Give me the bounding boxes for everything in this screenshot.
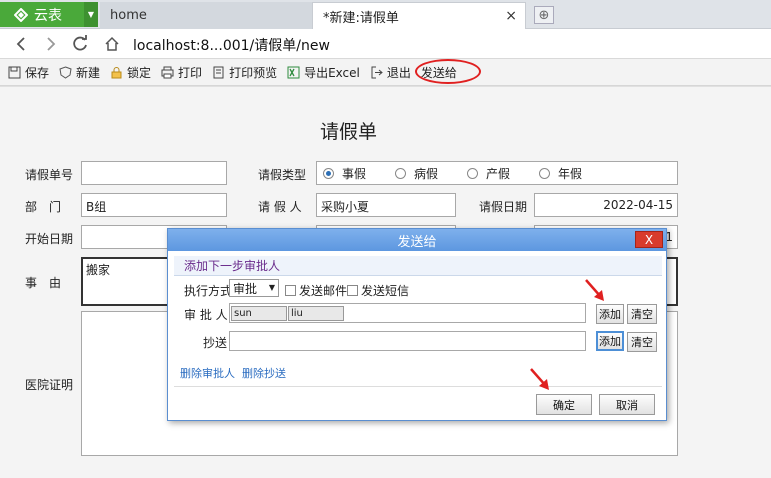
dialog-subheader: 添加下一步审批人 [174,256,662,276]
tab-home-label: home [110,8,147,23]
radio-label: 产假 [486,166,511,181]
print-label: 打印 [178,65,203,80]
lock-icon [111,66,122,78]
annotation-arrow-icon [530,368,549,390]
new-button[interactable]: 新建 [59,64,100,81]
export-excel-button[interactable]: 导出Excel [287,64,360,81]
send-email-label: 发送邮件 [299,284,348,298]
hospital-proof-label: 医院证明 [25,378,74,392]
add-cc-button[interactable]: 添加 [596,331,624,351]
leave-date-label: 请假日期 [479,200,528,214]
save-label: 保存 [25,65,50,80]
browser-tab-bar: 云表 ▼ home *新建:请假单 × ⊕ [0,0,771,29]
radio-maternity-leave[interactable]: 产假 [467,165,510,182]
confirm-button[interactable]: 确定 [536,394,592,415]
exec-mode-value: 审批 [233,281,258,296]
radio-personal-leave[interactable]: 事假 [323,165,366,182]
tab-new-leave-form[interactable]: *新建:请假单 × [312,2,526,29]
radio-unselected-icon [539,167,551,179]
start-date-label: 开始日期 [25,232,74,246]
save-button[interactable]: 保存 [8,64,49,81]
back-arrow-icon[interactable] [14,36,28,52]
print-preview-button[interactable]: 打印预览 [212,64,277,81]
radio-unselected-icon [395,167,407,179]
delete-approver-link[interactable]: 删除审批人 [180,365,235,381]
exit-button[interactable]: 退出 [370,64,411,81]
lock-label: 锁定 [127,65,152,80]
department-label: 部 门 [25,200,62,214]
clear-cc-button[interactable]: 清空 [627,332,657,352]
leave-date-input[interactable]: 2022-04-15 [534,193,678,217]
annotation-circle [414,58,481,84]
annotation-arrow-icon [585,279,604,301]
brand-menu[interactable]: 云表 ▼ [0,2,98,27]
forward-arrow-icon[interactable] [44,36,58,52]
lock-button[interactable]: 锁定 [110,64,151,81]
approver-field[interactable]: sun liu [229,303,586,323]
send-email-checkbox[interactable]: 发送邮件 [285,282,347,299]
home-icon[interactable] [104,36,120,52]
send-to-button[interactable]: 发送给 [414,58,481,84]
exit-label: 退出 [386,65,411,80]
close-tab-icon[interactable]: × [505,8,517,24]
clear-approver-button[interactable]: 清空 [627,304,657,324]
dialog-footer-divider [174,386,662,387]
radio-label: 病假 [414,166,439,181]
print-preview-label: 打印预览 [229,65,278,80]
leave-no-input[interactable] [81,161,227,185]
send-sms-checkbox[interactable]: 发送短信 [347,282,409,299]
approver-chip[interactable]: sun [231,306,287,321]
radio-selected-icon [323,167,334,179]
send-sms-label: 发送短信 [361,284,410,298]
leave-type-radio-group: 事假 病假 产假 年假 [316,161,678,185]
checkbox-icon [285,285,296,296]
radio-unselected-icon [467,167,479,179]
cloud-logo-icon [14,7,28,22]
cc-field[interactable] [229,331,586,351]
save-icon [8,66,21,78]
radio-annual-leave[interactable]: 年假 [539,165,582,182]
dialog-header: 发送给 X [168,229,666,251]
exec-mode-label: 执行方式 [184,284,233,298]
print-button[interactable]: 打印 [161,64,202,81]
brand-name: 云表 [34,7,62,24]
printer-icon [161,66,174,78]
radio-label: 事假 [342,166,367,181]
brand-dropdown-icon[interactable]: ▼ [84,2,98,27]
approver-label: 审 批 人 [184,308,228,322]
applicant-input[interactable]: 采购小夏 [316,193,456,217]
refresh-icon[interactable] [71,35,89,53]
approver-chip[interactable]: liu [288,306,344,321]
radio-label: 年假 [558,166,583,181]
new-label: 新建 [76,65,101,80]
dialog-close-button[interactable]: X [635,231,663,248]
applicant-label: 请 假 人 [258,200,302,214]
tab-new-label: *新建:请假单 [323,10,399,26]
dropdown-arrow-icon: ▼ [268,283,275,292]
new-tab-icon[interactable]: ⊕ [534,6,554,24]
delete-cc-link[interactable]: 删除抄送 [242,365,286,381]
add-approver-button[interactable]: 添加 [596,304,624,324]
new-shield-icon [59,65,72,79]
exit-icon [371,66,383,78]
export-excel-label: 导出Excel [304,65,360,80]
form-toolbar: 保存 新建 锁定 打印 打印预览 导出Excel 退出 发送给 [0,58,771,86]
radio-sick-leave[interactable]: 病假 [395,165,438,182]
leave-no-label: 请假单号 [25,168,74,182]
cancel-button[interactable]: 取消 [599,394,655,415]
reason-label: 事 由 [25,276,62,290]
checkbox-icon [347,285,358,296]
leave-type-label: 请假类型 [258,168,307,182]
print-preview-icon [213,66,224,78]
url-text[interactable]: localhost:8...001/请假单/new [133,35,330,55]
excel-icon [287,66,300,78]
tab-home[interactable]: home [100,2,312,29]
dialog-title: 发送给 [397,234,437,250]
exec-mode-select[interactable]: 审批 ▼ [229,279,279,297]
cc-label: 抄送 [203,336,228,350]
address-bar: localhost:8...001/请假单/new [0,29,771,59]
form-title: 请假单 [320,121,378,143]
department-input[interactable]: B组 [81,193,227,217]
send-to-dialog: 发送给 X 添加下一步审批人 执行方式 审批 ▼ 发送邮件 发送短信 审 批 人… [167,228,667,421]
